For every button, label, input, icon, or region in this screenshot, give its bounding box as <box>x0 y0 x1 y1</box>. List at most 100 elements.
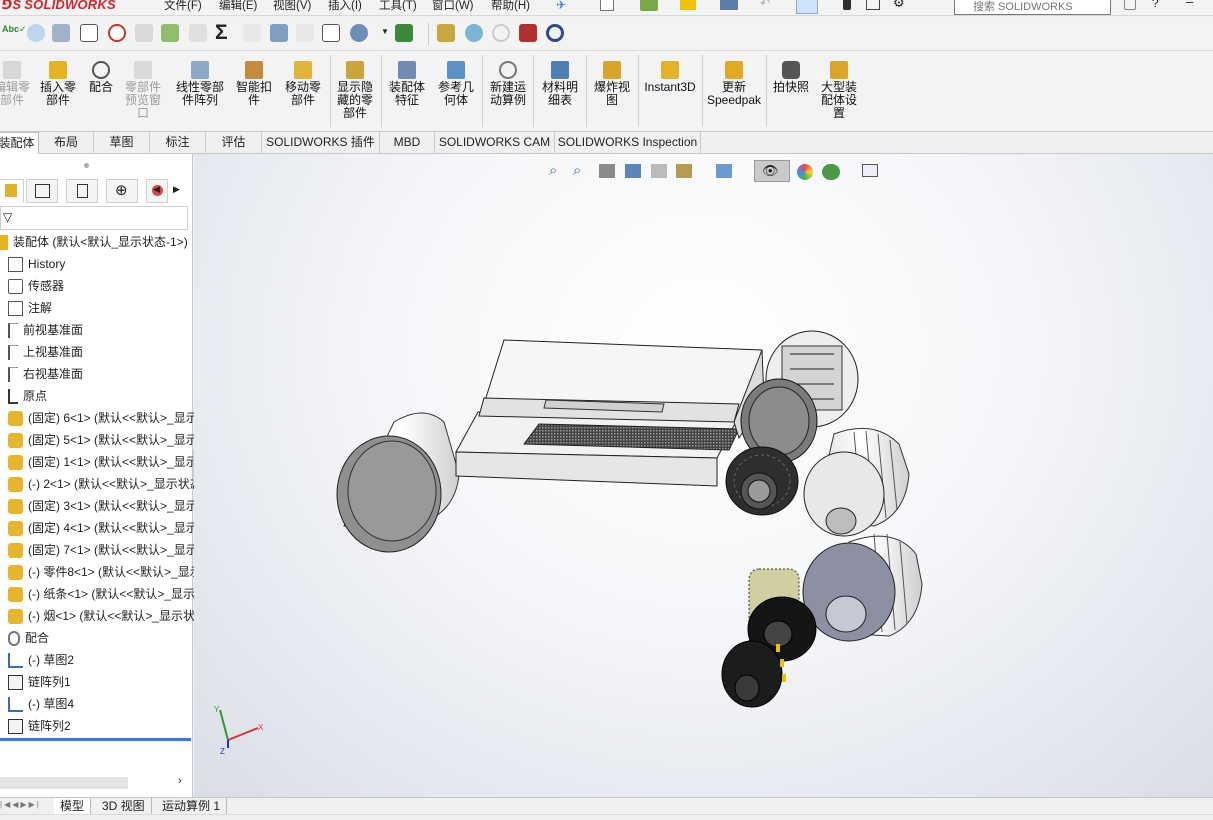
tab-property-manager[interactable] <box>26 179 58 203</box>
simulation-icon[interactable] <box>465 24 483 42</box>
tree-item[interactable]: (-) 草图4 <box>8 693 201 715</box>
tree-item[interactable]: 右视基准面 <box>8 363 201 385</box>
insert-component-button[interactable]: 插入零 部件 <box>36 53 80 107</box>
scroll-right-icon[interactable]: ▶ <box>173 184 180 195</box>
tab-solidworks-cam[interactable]: SOLIDWORKS CAM <box>435 132 555 154</box>
tree-item[interactable]: 原点 <box>8 385 201 407</box>
tree-item[interactable]: (-) 纸条<1> (默认<<默认>_显示 <box>8 583 201 605</box>
horizontal-scrollbar[interactable] <box>0 777 128 789</box>
tab-dimxpert-manager[interactable]: ⊕ <box>106 179 138 203</box>
sum-icon[interactable]: Σ <box>215 21 228 45</box>
statistics-icon[interactable] <box>350 24 368 42</box>
large-assembly-settings-button[interactable]: 大型装 配体设 置 <box>816 53 862 120</box>
chain-sprocket-lower[interactable] <box>721 640 786 708</box>
select-cursor-icon[interactable] <box>796 0 818 14</box>
print-icon[interactable] <box>720 0 738 10</box>
options-gear-icon[interactable]: ⚙ <box>893 0 905 11</box>
menu-edit[interactable]: 编辑(E) <box>219 0 257 13</box>
tab-motion-study[interactable]: 运动算例 1 <box>156 798 228 815</box>
solidworks-logo[interactable]: ⅁S SOLIDWORKS <box>2 0 116 13</box>
section-properties-icon[interactable] <box>80 24 98 42</box>
tab-markup[interactable]: 标注 <box>150 132 206 154</box>
take-snapshot-button[interactable]: 拍快照 <box>769 53 813 94</box>
filter-box[interactable]: ▽ <box>0 206 188 230</box>
tree-item[interactable]: 配合 <box>8 627 201 649</box>
tab-evaluate[interactable]: 评估 <box>206 132 262 154</box>
linear-pattern-button[interactable]: 线性零部 件阵列 <box>171 53 229 107</box>
search-input[interactable]: 搜索 SOLIDWORKS <box>954 0 1111 15</box>
file-properties-icon[interactable] <box>866 0 880 10</box>
menu-file[interactable]: 文件(F) <box>164 0 202 13</box>
save-icon[interactable] <box>680 0 696 10</box>
tree-item[interactable]: (-) 2<1> (默认<<默认>_显示状态 <box>8 473 201 495</box>
panel-grip[interactable] <box>84 163 89 168</box>
tree-item[interactable]: (-) 草图2 <box>8 649 201 671</box>
tree-item[interactable]: (-) 烟<1> (默认<<默认>_显示状态 <box>8 605 201 627</box>
tree-item[interactable]: (固定) 5<1> (默认<<默认>_显示 <box>8 429 201 451</box>
tree-root-assembly[interactable]: 装配体 (默认<默认_显示状态-1>) <box>0 231 193 253</box>
tree-item[interactable]: (固定) 7<1> (默认<<默认>_显示 <box>8 539 201 561</box>
check-icon[interactable] <box>108 24 126 42</box>
update-speedpak-button[interactable]: 更新 Speedpak <box>704 53 764 107</box>
tab-assembly[interactable]: 装配体 <box>0 132 39 154</box>
mass-properties-icon[interactable] <box>52 24 70 42</box>
mate-button[interactable]: 配合 <box>84 53 118 94</box>
menu-view[interactable]: 视图(V) <box>273 0 311 13</box>
tab-model[interactable]: 模型 <box>54 798 92 815</box>
design-check-icon[interactable] <box>437 24 455 42</box>
open-icon[interactable] <box>640 0 658 11</box>
new-document-icon[interactable] <box>600 0 614 11</box>
tab-3d-view[interactable]: 3D 视图 <box>96 798 152 815</box>
lower-ribbed-roller[interactable] <box>802 533 923 642</box>
pin-icon[interactable]: ✈ <box>556 0 566 12</box>
new-motion-study-button[interactable]: 新建运 动算例 <box>486 53 530 107</box>
cut-list-icon[interactable] <box>519 24 537 42</box>
tree-item[interactable]: (固定) 1<1> (默认<<默认>_显示 <box>8 451 201 473</box>
edit-component-button[interactable]: 编辑零 部件 <box>0 53 30 107</box>
spell-check-icon[interactable]: Abc✓ <box>2 24 27 42</box>
menu-tools[interactable]: 工具(T) <box>379 0 417 13</box>
interference-detection-icon[interactable] <box>161 24 179 42</box>
bill-of-materials-button[interactable]: 材料明 细表 <box>537 53 583 107</box>
tab-configuration-manager[interactable] <box>66 179 98 203</box>
measure-icon[interactable] <box>27 24 45 42</box>
tab-layout[interactable]: 布局 <box>39 132 94 154</box>
smart-fasteners-button[interactable]: 智能扣 件 <box>233 53 275 107</box>
compare-icon[interactable] <box>322 24 340 42</box>
tree-item[interactable]: (固定) 6<1> (默认<<默认>_显示 <box>8 407 201 429</box>
tab-solidworks-inspection[interactable]: SOLIDWORKS Inspection <box>555 132 701 154</box>
tree-item[interactable]: (固定) 3<1> (默认<<默认>_显示 <box>8 495 201 517</box>
show-hidden-components-button[interactable]: 显示隐 藏的零 部件 <box>333 53 377 120</box>
assembly-model[interactable] <box>194 154 1213 797</box>
tab-feature-manager[interactable] <box>0 179 24 203</box>
scroll-right-arrow-icon[interactable]: › <box>178 775 182 787</box>
scroll-left-icon[interactable]: ◀ <box>153 184 160 195</box>
assembly-features-button[interactable]: 装配体 特征 <box>385 53 429 107</box>
excel-export-icon[interactable] <box>395 24 413 42</box>
roller-left[interactable] <box>336 412 460 553</box>
undo-icon[interactable]: ↶ <box>760 0 778 10</box>
menu-window[interactable]: 窗口(W) <box>432 0 474 13</box>
tab-mbd[interactable]: MBD <box>380 132 435 154</box>
tree-item[interactable]: 传感器 <box>8 275 201 297</box>
menu-insert[interactable]: 插入(I) <box>328 0 362 13</box>
component-preview-button[interactable]: 零部件 预览窗 口 <box>121 53 165 120</box>
costing-icon[interactable] <box>546 24 564 42</box>
graphics-area[interactable]: ⌕ ⌕ 👁 Y X Z <box>194 154 1213 797</box>
instant3d-button[interactable]: Instant3D <box>641 53 699 94</box>
user-icon[interactable] <box>1124 0 1136 10</box>
minimize-icon[interactable]: – <box>1186 0 1193 9</box>
chevron-down-icon[interactable]: ▼ <box>381 27 389 36</box>
menu-help[interactable]: 帮助(H) <box>491 0 530 13</box>
tab-solidworks-addins[interactable]: SOLIDWORKS 插件 <box>262 132 380 154</box>
tree-item[interactable]: 注解 <box>8 297 201 319</box>
tree-item[interactable]: (-) 零件8<1> (默认<<默认>_显示 <box>8 561 201 583</box>
reference-geometry-button[interactable]: 参考几 何体 <box>434 53 478 107</box>
traffic-light-icon[interactable] <box>843 0 851 10</box>
tree-item[interactable]: 链阵列1 <box>8 671 201 693</box>
tree-item[interactable]: (固定) 4<1> (默认<<默认>_显示 <box>8 517 201 539</box>
tree-item[interactable]: 上视基准面 <box>8 341 201 363</box>
rubber-wheel[interactable] <box>725 446 799 516</box>
tray-body[interactable] <box>455 339 765 487</box>
move-component-button[interactable]: 移动零 部件 <box>280 53 326 107</box>
